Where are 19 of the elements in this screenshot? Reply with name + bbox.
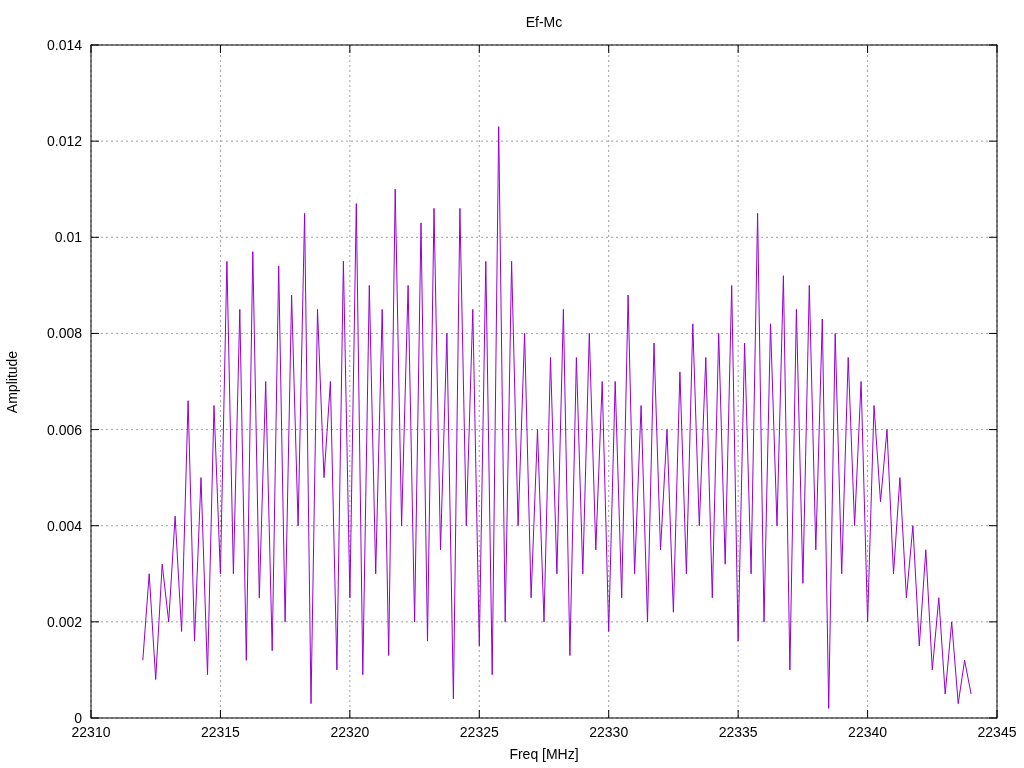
chart-title: Ef-Mc	[525, 14, 563, 30]
y-tick-label: 0.002	[46, 613, 82, 630]
y-tick-label: 0.006	[46, 421, 82, 438]
x-axis-label: Freq [MHz]	[509, 746, 579, 762]
y-axis-label: Amplitude	[4, 350, 20, 414]
x-tick-label: 22315	[200, 724, 240, 740]
y-tick-label: 0.014	[46, 37, 82, 53]
x-tick-label: 22340	[848, 724, 888, 740]
y-tick-label: 0	[74, 710, 82, 726]
y-tick-label: 0.012	[46, 133, 82, 150]
x-tick-label: 22335	[718, 724, 758, 740]
y-tick-label: 0.004	[46, 517, 82, 534]
x-tick-label: 22330	[589, 724, 629, 740]
x-tick-label: 22310	[71, 724, 111, 740]
x-tick-label: 22320	[330, 724, 370, 740]
y-tick-label: 0.01	[54, 229, 82, 246]
y-tick-label: 0.008	[46, 325, 82, 342]
x-tick-label: 22345	[977, 724, 1017, 740]
x-tick-label: 22325	[459, 724, 499, 740]
